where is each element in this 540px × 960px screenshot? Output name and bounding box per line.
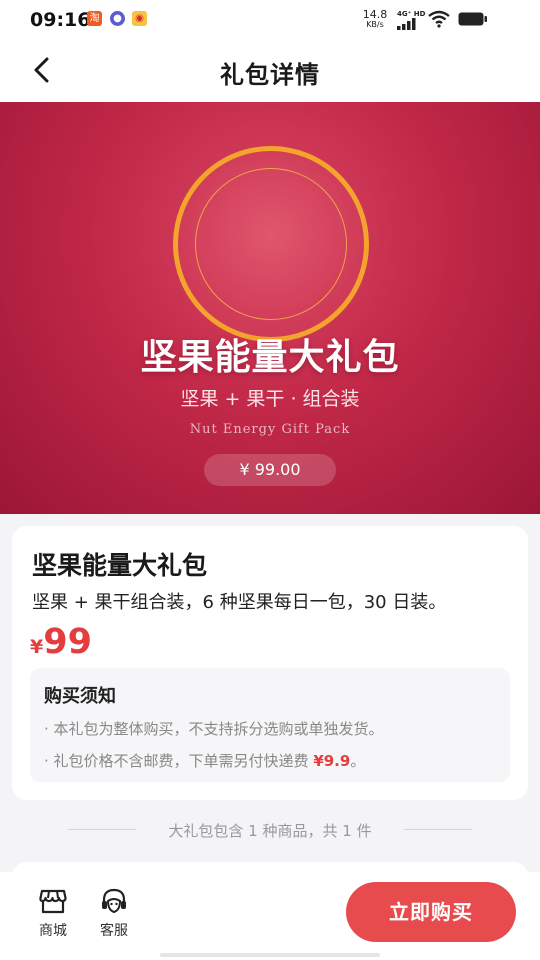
divider-line — [404, 829, 472, 830]
tab-customer-service[interactable]: 客服 — [92, 886, 136, 940]
app-icon: ● — [110, 11, 125, 26]
buy-now-button[interactable]: 立即购买 — [346, 882, 516, 942]
banner-subtitle: 坚果 + 果干 · 组合装 — [180, 388, 360, 410]
product-name: 坚果能量大礼包 — [32, 551, 208, 580]
nav-bar: 礼包详情 — [0, 40, 540, 102]
page-title: 礼包详情 — [220, 61, 320, 89]
price-value: 99 — [43, 622, 92, 662]
headset-icon — [102, 888, 126, 914]
banner-english-title: Nut Energy Gift Pack — [189, 422, 351, 437]
cellular-signal-icon — [397, 18, 416, 30]
banner-price-pill: ¥ 99.00 — [204, 454, 336, 486]
gold-ring-graphic — [173, 146, 369, 342]
net-speed-value: 14.8 — [362, 8, 388, 21]
battery-icon — [458, 12, 487, 26]
contents-count-text: 大礼包包含 1 种商品，共 1 件 — [168, 822, 372, 840]
notice-item: · 礼包价格不含邮费，下单需另付快递费 ¥9.9。 — [44, 752, 366, 770]
shipping-fee: ¥9.9 — [313, 752, 351, 770]
tab-store-label: 商城 — [39, 923, 67, 939]
product-price: ¥99 — [30, 622, 92, 662]
status-time: 09:16 — [30, 9, 91, 31]
notice-title: 购买须知 — [44, 686, 116, 707]
bottom-action-bar: 商城 客服 立即购买 — [0, 872, 540, 960]
tab-customer-service-label: 客服 — [100, 923, 128, 939]
taobao-icon: 淘 — [87, 11, 102, 26]
product-description: 坚果 + 果干组合装，6 种坚果每日一包，30 日装。 — [32, 592, 447, 613]
status-bar: 09:16 淘 ● ◉ 14.8 KB/s 4G⁺ HD — [0, 0, 540, 40]
net-speed-unit: KB/s — [366, 20, 384, 29]
price-currency: ¥ — [30, 636, 44, 658]
notice-item: · 本礼包为整体购买，不支持拆分选购或单独发货。 — [44, 720, 384, 738]
purchase-notice: 购买须知 · 本礼包为整体购买，不支持拆分选购或单独发货。 · 礼包价格不含邮费… — [30, 668, 510, 782]
banner-title: 坚果能量大礼包 — [140, 337, 400, 378]
wifi-icon — [428, 10, 450, 28]
network-label: 4G⁺ HD — [397, 10, 426, 18]
tab-store[interactable]: 商城 — [31, 886, 75, 940]
product-info-card: 坚果能量大礼包 坚果 + 果干组合装，6 种坚果每日一包，30 日装。 ¥99 … — [12, 526, 528, 800]
gift-banner-image: 坚果能量大礼包 坚果 + 果干 · 组合装 Nut Energy Gift Pa… — [0, 102, 540, 514]
inner-ring-graphic — [195, 168, 347, 320]
home-indicator — [160, 953, 380, 957]
weibo-icon: ◉ — [132, 11, 147, 26]
contents-count-divider: 大礼包包含 1 种商品，共 1 件 — [0, 818, 540, 842]
store-icon — [39, 889, 67, 914]
